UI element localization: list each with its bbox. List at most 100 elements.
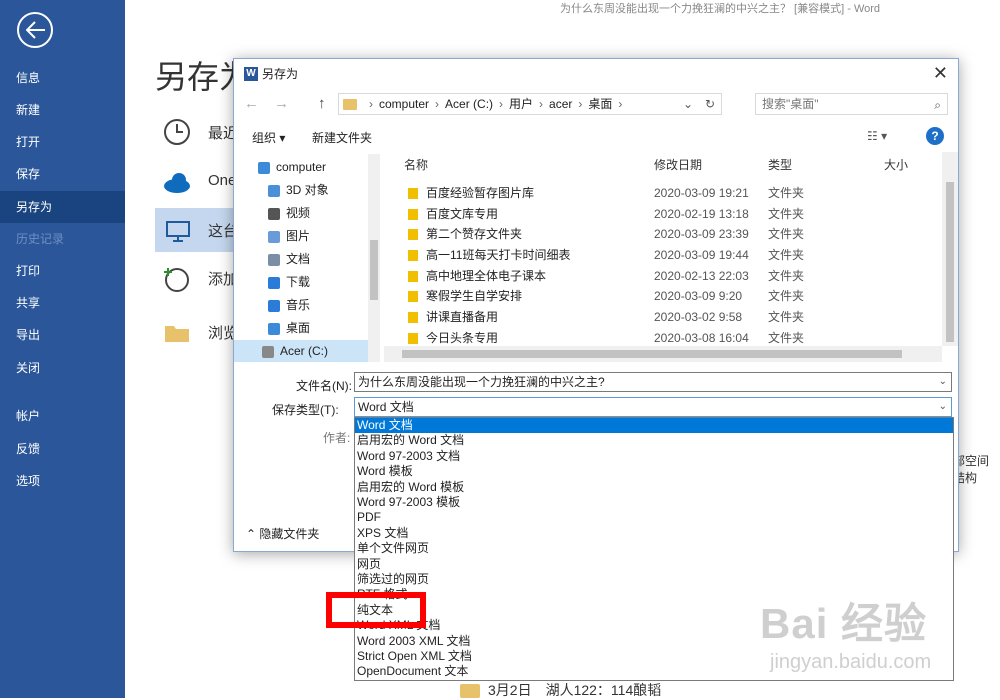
refresh-icon[interactable]: ↻ — [705, 94, 715, 114]
file-type: 文件夹 — [768, 248, 805, 262]
tree-item-documents[interactable]: 文档 — [234, 248, 310, 270]
save-type-option[interactable]: Word 97-2003 模板 — [355, 495, 953, 510]
organize-button[interactable]: 组织 ▾ — [252, 129, 285, 146]
nav-save[interactable]: 保存 — [0, 158, 125, 190]
file-date: 2020-02-13 22:03 — [654, 269, 749, 283]
location-this-pc[interactable]: 这台 — [155, 208, 238, 252]
nav-account[interactable]: 帐户 — [0, 400, 125, 432]
chevron-down-icon[interactable]: ⌄ — [939, 398, 947, 416]
nav-close[interactable]: 关闭 — [0, 352, 125, 384]
nav-open[interactable]: 打开 — [0, 126, 125, 158]
breadcrumb-separator: › — [369, 97, 373, 111]
chevron-down-icon[interactable]: ⌄ — [683, 94, 693, 114]
file-list-horizontal-scrollbar[interactable] — [384, 346, 942, 362]
save-type-option[interactable]: Word 模板 — [355, 464, 953, 479]
nav-save-as[interactable]: 另存为 — [0, 191, 125, 223]
file-name: 高一11班每天打卡时间细表 — [426, 248, 571, 262]
file-row[interactable]: 高中地理全体电子课本 2020-02-13 22:03 文件夹 — [384, 266, 924, 287]
breadcrumb-item[interactable]: acer — [549, 97, 572, 111]
tree-item-pictures[interactable]: 图片 — [234, 225, 310, 247]
file-type: 文件夹 — [768, 269, 805, 283]
tree-item-computer[interactable]: computer — [234, 156, 326, 178]
file-name: 百度文库专用 — [426, 207, 499, 221]
nav-feedback[interactable]: 反馈 — [0, 433, 125, 465]
filename-input[interactable]: 为什么东周没能出现一个力挽狂澜的中兴之主? ⌄ — [354, 372, 952, 392]
column-header-type[interactable]: 类型 — [768, 156, 792, 173]
location-onedrive[interactable]: One — [155, 160, 236, 204]
file-row[interactable]: 百度经验暂存图片库 2020-03-09 19:21 文件夹 — [384, 183, 924, 204]
address-bar[interactable]: › computer › Acer (C:) › 用户 › acer › 桌面 › ⌄ ↻ — [338, 93, 722, 115]
save-type-option[interactable]: Word 文档 — [355, 418, 953, 434]
file-row[interactable]: 第二个赞存文件夹 2020-03-09 23:39 文件夹 — [384, 224, 924, 245]
video-icon — [268, 207, 280, 220]
tree-item-desktop[interactable]: 桌面 — [234, 317, 310, 339]
tree-item-label: 图片 — [286, 229, 311, 243]
nav-share[interactable]: 共享 — [0, 287, 125, 319]
tree-item-music[interactable]: 音乐 — [234, 294, 310, 316]
desktop-icon — [268, 322, 280, 335]
nav-print[interactable]: 打印 — [0, 255, 125, 287]
file-date: 2020-03-02 9:58 — [654, 310, 743, 324]
view-options-icon[interactable]: ☷ ▾ — [867, 129, 887, 143]
chevron-down-icon[interactable]: ⌄ — [939, 373, 947, 391]
file-row[interactable]: 高一11班每天打卡时间细表 2020-03-09 19:44 文件夹 — [384, 245, 924, 266]
save-type-option[interactable]: Word 97-2003 文档 — [355, 449, 953, 464]
file-row[interactable]: 寒假学生自学安排 2020-03-09 9:20 文件夹 — [384, 286, 924, 307]
search-input[interactable]: 搜索"桌面" ⌕ — [755, 93, 948, 115]
breadcrumb-separator: › — [499, 97, 504, 111]
watermark-logo: Bai 经验 — [760, 600, 928, 647]
save-type-option[interactable]: 单个文件网页 — [355, 541, 953, 556]
breadcrumb-item[interactable]: 用户 — [509, 97, 533, 111]
save-type-option[interactable]: 筛选过的网页 — [355, 572, 953, 587]
tree-item-label: Acer (C:) — [280, 344, 328, 358]
back-button[interactable] — [17, 12, 53, 48]
tree-item-label: 视频 — [286, 206, 311, 220]
scrollbar-thumb[interactable] — [946, 182, 954, 342]
save-type-select[interactable]: Word 文档 ⌄ — [354, 397, 952, 417]
save-type-option[interactable]: 网页 — [355, 557, 953, 572]
scrollbar-thumb[interactable] — [402, 350, 902, 358]
location-recent[interactable]: 最近 — [155, 110, 238, 154]
save-type-option[interactable]: 启用宏的 Word 模板 — [355, 480, 953, 495]
close-button[interactable]: ✕ — [933, 63, 948, 84]
breadcrumb-item[interactable]: computer — [379, 97, 429, 111]
tree-scrollbar[interactable] — [368, 154, 380, 362]
file-row[interactable]: 百度文库专用 2020-02-19 13:18 文件夹 — [384, 204, 924, 225]
help-icon[interactable]: ? — [926, 127, 944, 145]
up-arrow-icon[interactable]: ↑ — [318, 95, 326, 112]
column-header-name[interactable]: 名称 — [404, 156, 428, 173]
breadcrumb-item[interactable]: 桌面 — [588, 97, 612, 111]
scrollbar-thumb[interactable] — [370, 240, 378, 300]
nav-new[interactable]: 新建 — [0, 94, 125, 126]
column-header-date[interactable]: 修改日期 — [654, 156, 702, 173]
breadcrumb-item[interactable]: Acer (C:) — [445, 97, 493, 111]
tree-item-drive-c[interactable]: Acer (C:) — [234, 340, 368, 362]
column-header-size[interactable]: 大小 — [884, 156, 908, 173]
nav-options[interactable]: 选项 — [0, 465, 125, 497]
recent-folder-row[interactable]: 3月2日 湖人122：114酿韬 — [460, 680, 661, 700]
nav-info[interactable]: 信息 — [0, 62, 125, 94]
file-list-vertical-scrollbar[interactable] — [942, 152, 958, 346]
download-icon — [268, 276, 280, 289]
location-add-place[interactable]: 添加 — [155, 256, 238, 300]
back-arrow-icon[interactable]: ← — [244, 95, 259, 112]
folder-icon — [408, 291, 418, 302]
file-type: 文件夹 — [768, 207, 805, 221]
tree-item-downloads[interactable]: 下载 — [234, 271, 310, 293]
save-type-option[interactable]: 启用宏的 Word 文档 — [355, 433, 953, 448]
file-name: 高中地理全体电子课本 — [426, 269, 547, 283]
hide-folders-toggle[interactable]: ⌃ 隐藏文件夹 — [246, 525, 319, 542]
nav-export[interactable]: 导出 — [0, 319, 125, 351]
location-browse[interactable]: 浏览 — [155, 310, 238, 354]
author-label: 作者: — [323, 431, 351, 445]
computer-icon — [258, 161, 270, 174]
tree-item-videos[interactable]: 视频 — [234, 202, 310, 224]
nav-history: 历史记录 — [16, 232, 65, 246]
tree-item-3d-objects[interactable]: 3D 对象 — [234, 179, 329, 201]
file-row[interactable]: 讲课直播备用 2020-03-02 9:58 文件夹 — [384, 307, 924, 328]
save-type-option[interactable]: XPS 文档 — [355, 526, 953, 541]
forward-arrow-icon[interactable]: → — [274, 95, 289, 112]
save-type-option[interactable]: PDF — [355, 510, 953, 525]
new-folder-button[interactable]: 新建文件夹 — [312, 129, 372, 146]
folder-icon — [408, 229, 418, 240]
